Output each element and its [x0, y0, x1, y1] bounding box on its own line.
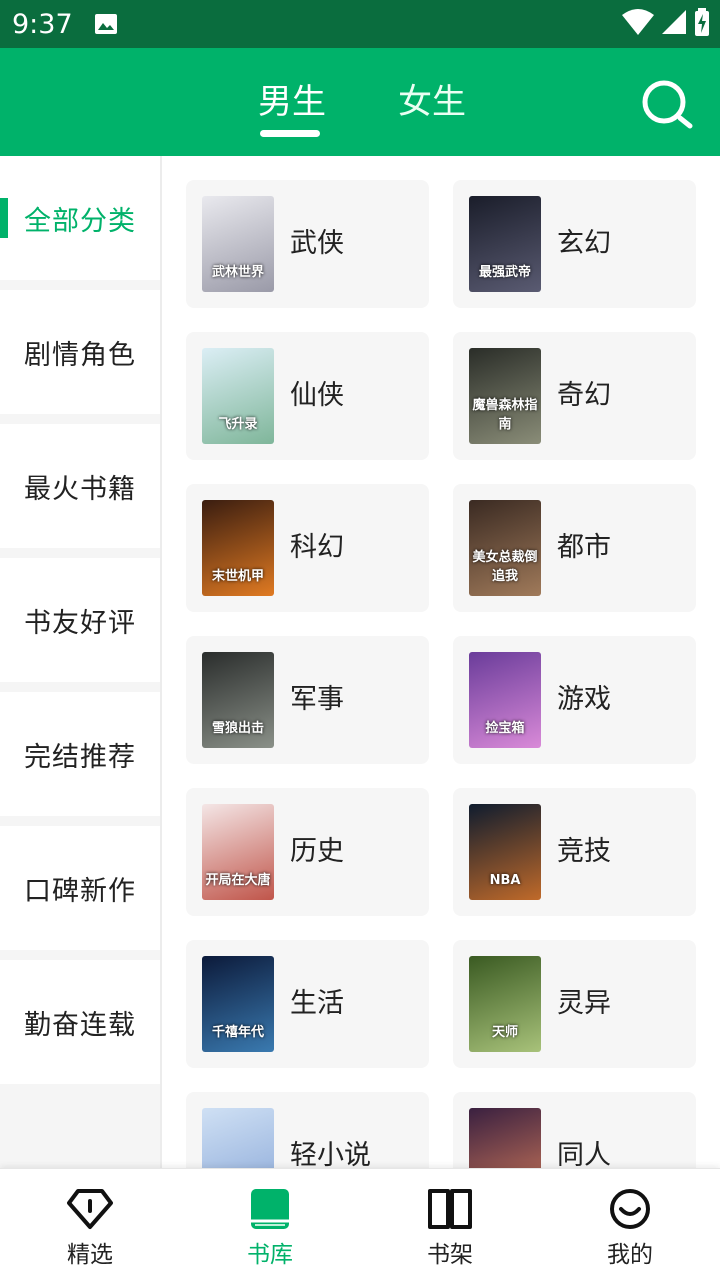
category-card[interactable]: 最强武帝 玄幻 — [453, 180, 696, 308]
category-label: 同人 — [557, 1140, 611, 1168]
category-card[interactable]: 美女总裁倒追我 都市 — [453, 484, 696, 612]
book-cover-image — [202, 1108, 274, 1168]
sidebar-item-label: 口碑新作 — [24, 875, 136, 907]
status-time: 9:37 — [12, 8, 73, 40]
cover-title: 飞升录 — [218, 417, 258, 432]
book-cover-image: 千禧年代 — [202, 956, 274, 1052]
book-cover-image: 武林世界 — [202, 196, 274, 292]
category-card[interactable]: 开局在大唐 历史 — [186, 788, 429, 916]
nav-featured[interactable]: 精选 — [0, 1169, 180, 1281]
category-card[interactable]: 捡宝箱 游戏 — [453, 636, 696, 764]
sidebar-item-hottest[interactable]: 最火书籍 — [0, 424, 160, 548]
category-card[interactable]: 魔兽森林指南 奇幻 — [453, 332, 696, 460]
cover-title: 魔兽森林指南 — [472, 398, 538, 432]
nav-label: 精选 — [67, 1242, 113, 1268]
sidebar-item-all-categories[interactable]: 全部分类 — [0, 156, 160, 280]
category-card[interactable]: 天师 灵异 — [453, 940, 696, 1068]
category-card[interactable]: 请天下同人同人 — [453, 1092, 696, 1168]
cover-title: 武林世界 — [211, 265, 264, 280]
wifi-icon — [622, 9, 654, 35]
sidebar-item-new-works[interactable]: 口碑新作 — [0, 826, 160, 950]
sidebar-item-serializing[interactable]: 勤奋连载 — [0, 960, 160, 1084]
tab-male[interactable]: 男生 — [258, 74, 326, 123]
book-cover-image: 末世机甲 — [202, 500, 274, 596]
category-card[interactable]: 武林世界 武侠 — [186, 180, 429, 308]
category-label: 竞技 — [557, 836, 611, 867]
book-cover-image: 美女总裁倒追我 — [469, 500, 541, 596]
category-label: 都市 — [557, 532, 611, 563]
search-icon[interactable] — [640, 78, 694, 132]
nav-bookshelf[interactable]: 书架 — [360, 1169, 540, 1281]
sidebar-item-plot-roles[interactable]: 剧情角色 — [0, 290, 160, 414]
book-cover-image: 雪狼出击 — [202, 652, 274, 748]
cover-title: 千禧年代 — [211, 1025, 264, 1040]
category-label: 生活 — [290, 988, 344, 1019]
sidebar-item-label: 全部分类 — [24, 205, 136, 237]
cover-title: 捡宝箱 — [485, 721, 525, 736]
category-card[interactable]: 飞升录 仙侠 — [186, 332, 429, 460]
book-cover-image: NBA — [469, 804, 541, 900]
category-card[interactable]: 末世机甲 科幻 — [186, 484, 429, 612]
category-label: 奇幻 — [557, 380, 611, 411]
sidebar-item-label: 剧情角色 — [24, 339, 136, 371]
bottom-nav: 精选 书库 书架 我的 — [0, 1168, 720, 1281]
cover-title: 开局在大唐 — [205, 873, 271, 888]
nav-library[interactable]: 书库 — [180, 1169, 360, 1281]
open-book-icon — [428, 1189, 472, 1229]
category-label: 科幻 — [290, 532, 344, 563]
category-label: 玄幻 — [557, 228, 611, 259]
sidebar-item-label: 完结推荐 — [24, 741, 136, 773]
book-cover-image: 请天下同人 — [469, 1108, 541, 1168]
category-grid: 武林世界 武侠 最强武帝 玄幻 飞升录 仙侠 魔兽森林指南 奇幻 末世机甲 科幻 美女总裁倒追我 都市… — [162, 156, 720, 1168]
category-label: 历史 — [290, 836, 344, 867]
book-cover-image: 飞升录 — [202, 348, 274, 444]
cover-title: 美女总裁倒追我 — [472, 550, 538, 584]
cover-title: 最强武帝 — [478, 265, 531, 280]
book-cover-image: 捡宝箱 — [469, 652, 541, 748]
sidebar-item-label: 书友好评 — [24, 607, 136, 639]
signal-icon — [662, 10, 686, 34]
category-label: 灵异 — [557, 988, 611, 1019]
cover-title: 雪狼出击 — [211, 721, 264, 736]
sidebar-item-label: 最火书籍 — [24, 473, 136, 505]
diamond-icon — [67, 1189, 113, 1229]
cover-title: 天师 — [491, 1025, 518, 1040]
book-cover-image: 魔兽森林指南 — [469, 348, 541, 444]
category-card[interactable]: 千禧年代 生活 — [186, 940, 429, 1068]
sidebar-item-completed[interactable]: 完结推荐 — [0, 692, 160, 816]
category-label: 仙侠 — [290, 380, 344, 411]
category-card[interactable]: 轻小说 — [186, 1092, 429, 1168]
battery-icon — [695, 8, 709, 36]
sidebar-item-label: 勤奋连载 — [24, 1009, 136, 1041]
sidebar-item-reader-praise[interactable]: 书友好评 — [0, 558, 160, 682]
category-label: 武侠 — [290, 228, 344, 259]
status-bar: 9:37 — [0, 0, 720, 48]
header: 男生 女生 — [0, 48, 720, 156]
gallery-notification-icon — [94, 14, 117, 34]
category-label: 游戏 — [557, 684, 611, 715]
nav-mine[interactable]: 我的 — [540, 1169, 720, 1281]
nav-label: 书库 — [247, 1242, 293, 1268]
book-icon — [251, 1189, 289, 1229]
tab-female[interactable]: 女生 — [398, 74, 466, 123]
nav-label: 书架 — [427, 1242, 473, 1268]
category-label: 军事 — [290, 684, 344, 715]
category-label: 轻小说 — [290, 1140, 371, 1168]
category-card[interactable]: 雪狼出击 军事 — [186, 636, 429, 764]
sidebar-active-marker — [0, 198, 8, 238]
tab-active-indicator — [260, 130, 320, 137]
category-card[interactable]: NBA 竞技 — [453, 788, 696, 916]
smiley-icon — [610, 1189, 650, 1229]
book-cover-image: 天师 — [469, 956, 541, 1052]
cover-title: NBA — [489, 873, 521, 888]
book-cover-image: 最强武帝 — [469, 196, 541, 292]
nav-label: 我的 — [607, 1242, 653, 1268]
cover-title: 末世机甲 — [211, 569, 264, 584]
category-sidebar: 全部分类 剧情角色 最火书籍 书友好评 完结推荐 口碑新作 勤奋连载 — [0, 156, 162, 1168]
book-cover-image: 开局在大唐 — [202, 804, 274, 900]
